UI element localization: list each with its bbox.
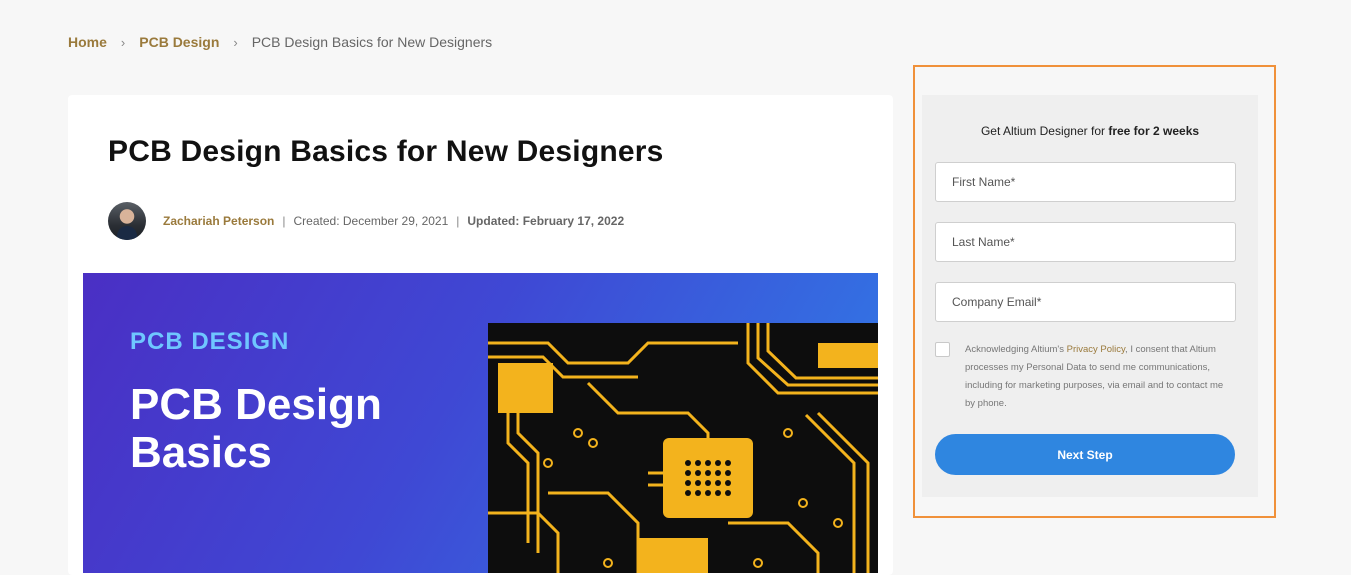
company-email-input[interactable] (935, 282, 1236, 322)
consent-prefix: Acknowledging Altium's (965, 344, 1067, 355)
article-meta: Zachariah Peterson | Created: December 2… (108, 202, 624, 240)
author-link[interactable]: Zachariah Peterson (163, 214, 274, 228)
hero-title: PCB Design Basics (130, 381, 382, 477)
hero-title-line-2: Basics (130, 428, 272, 477)
meta-separator: | (282, 214, 286, 228)
last-name-input[interactable] (935, 222, 1236, 262)
consent-text: Acknowledging Altium's Privacy Policy, I… (965, 341, 1235, 413)
hero-title-line-1: PCB Design (130, 380, 382, 429)
form-heading: Get Altium Designer for free for 2 weeks (922, 124, 1258, 138)
article-title: PCB Design Basics for New Designers (108, 135, 664, 168)
trial-signup-form: Get Altium Designer for free for 2 weeks… (922, 95, 1258, 497)
form-heading-text: Get Altium Designer for (980, 124, 1109, 138)
breadcrumb-pcb-design-link[interactable]: PCB Design (139, 34, 219, 50)
consent-row: Acknowledging Altium's Privacy Policy, I… (935, 341, 1235, 413)
consent-checkbox[interactable] (935, 342, 950, 357)
article-card: PCB Design Basics for New Designers Zach… (68, 95, 893, 575)
next-step-button[interactable]: Next Step (935, 434, 1235, 475)
form-heading-emphasis: free for 2 weeks (1108, 124, 1200, 138)
created-date: Created: December 29, 2021 (293, 214, 449, 228)
chevron-right-icon: › (120, 34, 126, 50)
first-name-input[interactable] (935, 162, 1236, 202)
meta-separator: | (456, 214, 460, 228)
updated-date: Updated: February 17, 2022 (467, 214, 625, 228)
breadcrumb-home-link[interactable]: Home (68, 34, 107, 50)
breadcrumb-current: PCB Design Basics for New Designers (251, 34, 493, 50)
hero-eyebrow: PCB DESIGN (130, 328, 290, 355)
breadcrumb: Home › PCB Design › PCB Design Basics fo… (68, 34, 492, 50)
pcb-board-illustration (488, 323, 878, 573)
privacy-policy-link[interactable]: Privacy Policy (1067, 344, 1125, 355)
author-avatar[interactable] (108, 202, 146, 240)
chevron-right-icon: › (233, 34, 238, 50)
hero-image: PCB DESIGN PCB Design Basics (83, 273, 878, 573)
